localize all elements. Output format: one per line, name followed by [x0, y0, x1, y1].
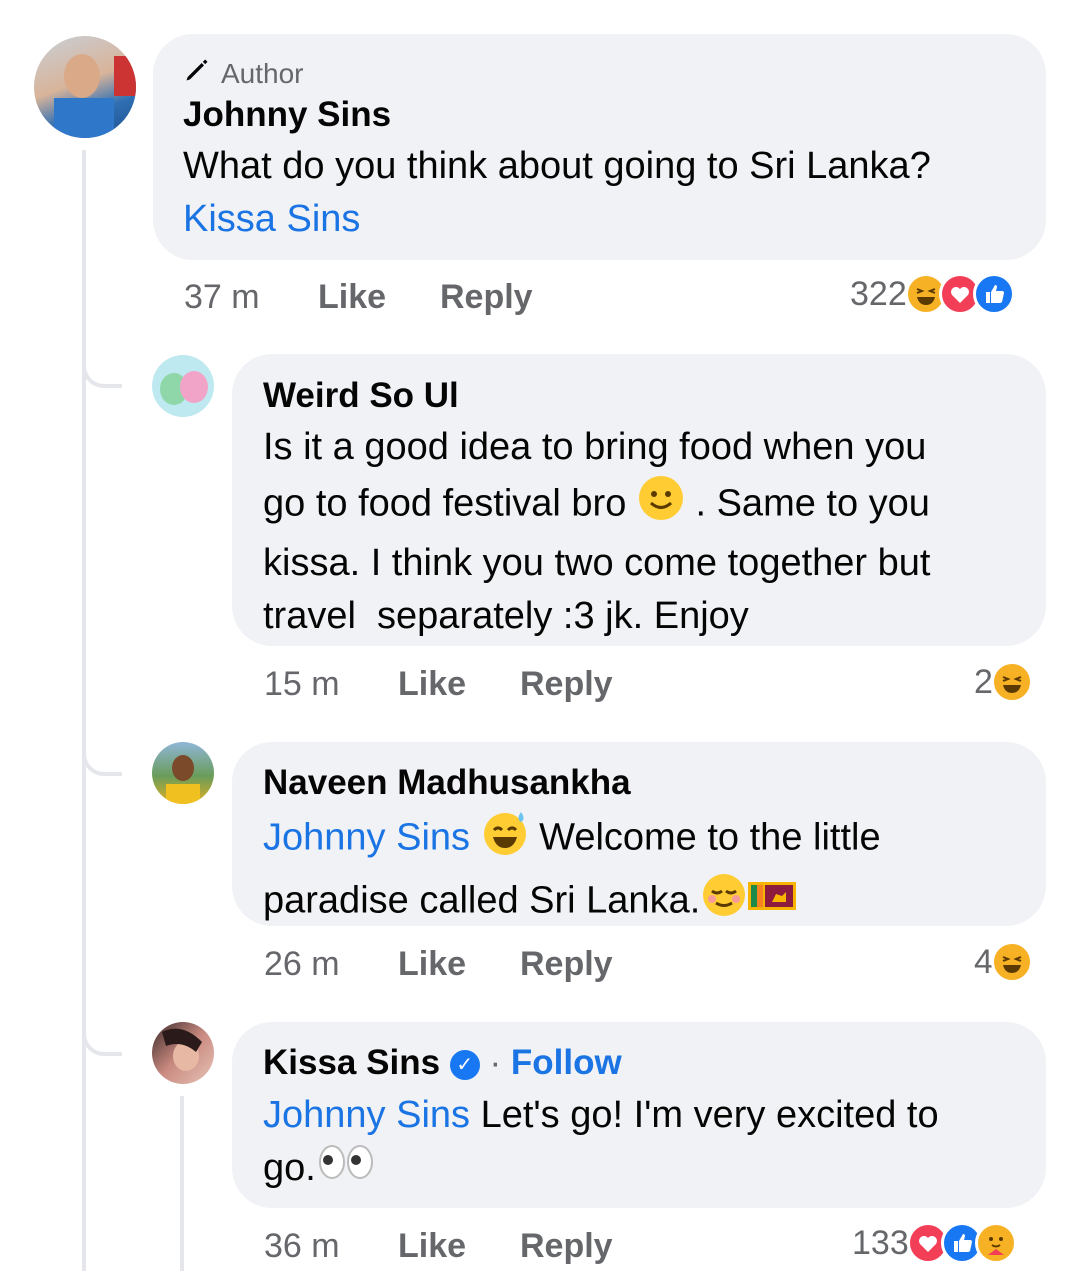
haha-icon — [990, 661, 1033, 703]
comment-line-part: Let's go! I'm very excited to — [480, 1094, 939, 1136]
avatar[interactable] — [152, 1022, 214, 1084]
comment-line: kissa. I think you two come together but — [263, 542, 931, 584]
comment-line: Johnny Sins Let's go! I'm very excited t… — [263, 1089, 1043, 1142]
relieved-emoji-icon — [700, 871, 748, 934]
reply-button[interactable]: Reply — [520, 665, 613, 704]
timestamp[interactable]: 26 m — [264, 945, 398, 984]
commenter-name[interactable]: Johnny Sins — [183, 95, 391, 135]
smiley-emoji-icon — [637, 474, 685, 537]
comment-line: Johnny Sins Welcome to the little — [263, 808, 1043, 871]
thread-line-main — [82, 150, 86, 1271]
thread-connector — [82, 732, 122, 776]
timestamp[interactable]: 15 m — [264, 665, 398, 704]
commenter-name: Kissa Sins ✓ · Follow — [263, 1043, 622, 1083]
comment-line: What do you think about going to Sri Lan… — [183, 145, 931, 187]
haha-icon — [990, 941, 1033, 983]
comment-actions: 26 m Like Reply — [264, 945, 613, 984]
reaction-summary[interactable]: 322 — [850, 273, 1015, 315]
like-button[interactable]: Like — [398, 945, 520, 984]
reaction-count: 133 — [852, 1223, 909, 1262]
sweat-smile-emoji-icon — [481, 808, 529, 871]
reply-button[interactable]: Reply — [440, 278, 533, 317]
mention-link[interactable]: Kissa Sins — [183, 193, 1033, 246]
like-icon — [972, 273, 1015, 315]
comment-line: go to food festival bro . Same to you — [263, 474, 1043, 537]
like-button[interactable]: Like — [398, 1227, 520, 1266]
reply-button[interactable]: Reply — [520, 1227, 613, 1266]
comment-line-part: go. — [263, 1147, 316, 1189]
verified-badge-icon: ✓ — [449, 1049, 480, 1080]
pencil-icon — [183, 56, 211, 91]
avatar[interactable] — [152, 742, 214, 804]
reaction-summary[interactable]: 2 — [974, 661, 1033, 703]
like-button[interactable]: Like — [398, 665, 520, 704]
comment-actions: 36 m Like Reply — [264, 1227, 613, 1266]
comment-line: travel separately :3 jk. Enjoy — [263, 595, 749, 637]
thread-line-sub — [180, 1096, 184, 1271]
timestamp[interactable]: 36 m — [264, 1227, 398, 1266]
comment-text: What do you think about going to Sri Lan… — [183, 140, 1033, 246]
comment-line-part: Welcome to the little — [539, 816, 881, 859]
comment-text: Johnny Sins Let's go! I'm very excited t… — [263, 1089, 1043, 1197]
reply-button[interactable]: Reply — [520, 945, 613, 984]
comment-line: go. — [263, 1142, 1043, 1197]
comment-line-part: . Same to you — [695, 482, 930, 525]
comment-text: Johnny Sins Welcome to the little paradi… — [263, 808, 1043, 934]
eyes-emoji-icon — [316, 1142, 376, 1197]
comment-line-part: paradise called Sri Lanka. — [263, 879, 701, 922]
commenter-name-link[interactable]: Kissa Sins — [263, 1043, 440, 1082]
comment-text: Is it a good idea to bring food when you… — [263, 421, 1043, 643]
author-badge: Author — [183, 56, 304, 91]
mention-link[interactable]: Johnny Sins — [263, 817, 470, 859]
commenter-name[interactable]: Weird So Ul — [263, 376, 459, 416]
comment-line: Is it a good idea to bring food when you — [263, 426, 927, 468]
comment-line: paradise called Sri Lanka. — [263, 871, 1043, 934]
comment-actions: 15 m Like Reply — [264, 665, 613, 704]
reaction-count: 322 — [850, 274, 907, 313]
comment-actions: 37 m Like Reply — [184, 278, 533, 317]
like-button[interactable]: Like — [318, 278, 440, 317]
follow-separator: · — [489, 1043, 502, 1082]
avatar[interactable] — [34, 36, 136, 138]
follow-button[interactable]: Follow — [511, 1043, 622, 1082]
thread-connector — [82, 344, 122, 388]
care-icon — [974, 1222, 1017, 1264]
comment-line-part: go to food festival bro — [263, 482, 627, 525]
timestamp[interactable]: 37 m — [184, 278, 318, 317]
reaction-summary[interactable]: 4 — [974, 941, 1033, 983]
mention-link[interactable]: Johnny Sins — [263, 1094, 470, 1136]
commenter-name[interactable]: Naveen Madhusankha — [263, 763, 631, 803]
sri-lanka-flag-icon — [748, 876, 797, 929]
thread-connector — [82, 1012, 122, 1056]
reaction-summary[interactable]: 133 — [852, 1222, 1017, 1264]
author-badge-label: Author — [221, 57, 304, 89]
avatar[interactable] — [152, 355, 214, 417]
